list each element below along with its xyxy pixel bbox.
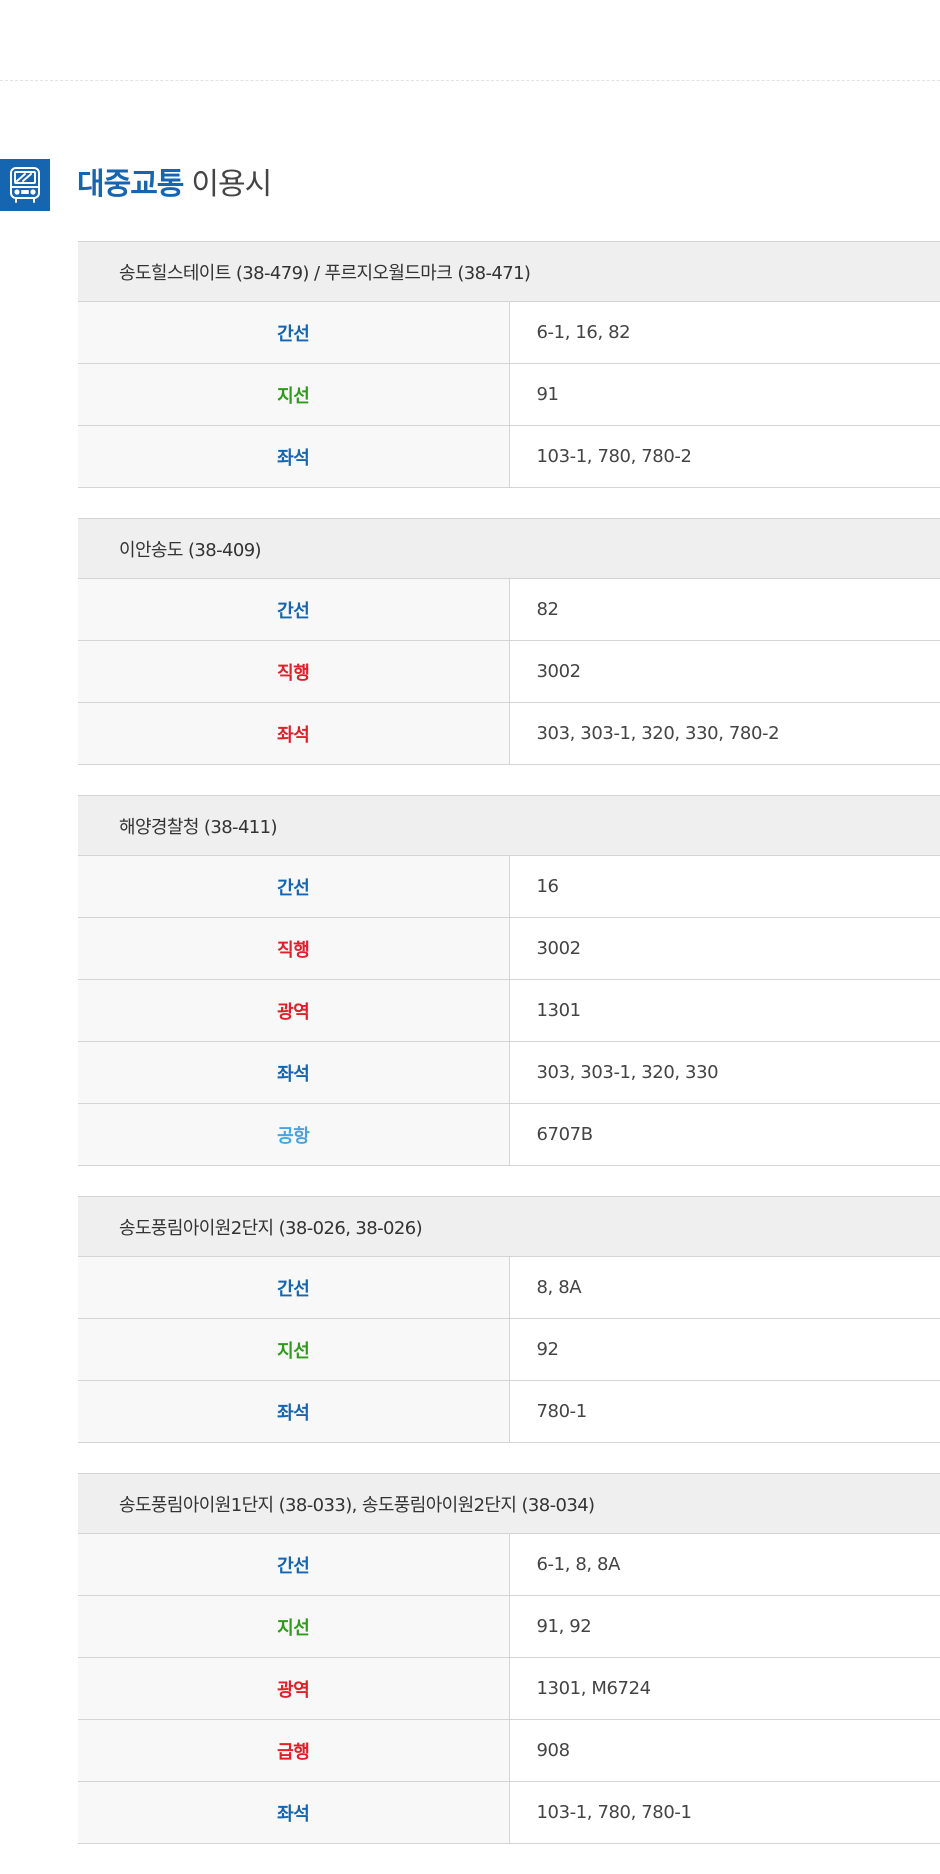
table-row: 간선 6-1, 8, 8A xyxy=(78,1533,940,1596)
bus-icon xyxy=(0,159,50,211)
bus-stop-table: 송도힐스테이트 (38-479) / 푸르지오월드마크 (38-471) 간선 6-… xyxy=(78,241,940,488)
bus-stop-name: 해양경찰청 (38-411) xyxy=(78,795,940,856)
bus-route-numbers: 6-1, 16, 82 xyxy=(509,301,940,364)
section-header: 대중교통 이용시 xyxy=(0,159,272,211)
bus-route-numbers: 91, 92 xyxy=(509,1595,940,1658)
bus-type-label: 좌석 xyxy=(78,1781,510,1844)
bus-type-label: 좌석 xyxy=(78,1041,510,1104)
table-row: 좌석 780-1 xyxy=(78,1380,940,1443)
table-row: 지선 91 xyxy=(78,363,940,426)
bus-stop-header-row: 송도풍림아이원2단지 (38-026, 38-026) xyxy=(78,1196,940,1257)
bus-type-label: 간선 xyxy=(78,578,510,641)
bus-type-label: 직행 xyxy=(78,917,510,980)
bus-route-numbers: 6-1, 8, 8A xyxy=(509,1533,940,1596)
bus-route-numbers: 103-1, 780, 780-1 xyxy=(509,1781,940,1844)
bus-stop-header-row: 송도풍림아이원1단지 (38-033), 송도풍림아이원2단지 (38-034) xyxy=(78,1473,940,1534)
table-row: 간선 6-1, 16, 82 xyxy=(78,301,940,364)
bus-route-numbers: 92 xyxy=(509,1318,940,1381)
bus-stop-table: 해양경찰청 (38-411) 간선 16 직행 3002 광역 1301 좌석 303, 303… xyxy=(78,795,940,1166)
bus-route-numbers: 16 xyxy=(509,855,940,918)
table-row: 광역 1301 xyxy=(78,979,940,1042)
section-title-rest: 이용시 xyxy=(191,167,272,202)
bus-type-label: 지선 xyxy=(78,1318,510,1381)
bus-stop-header-row: 이안송도 (38-409) xyxy=(78,518,940,579)
bus-route-numbers: 82 xyxy=(509,578,940,641)
bus-stop-table: 송도풍림아이원2단지 (38-026, 38-026) 간선 8, 8A 지선 92 좌석… xyxy=(78,1196,940,1443)
table-row: 간선 82 xyxy=(78,578,940,641)
bus-type-label: 좌석 xyxy=(78,702,510,765)
table-row: 좌석 303, 303-1, 320, 330, 780-2 xyxy=(78,702,940,765)
top-divider xyxy=(0,80,940,81)
bus-type-label: 광역 xyxy=(78,1657,510,1720)
bus-route-numbers: 6707B xyxy=(509,1103,940,1166)
bus-route-numbers: 8, 8A xyxy=(509,1256,940,1319)
table-row: 좌석 103-1, 780, 780-2 xyxy=(78,425,940,488)
bus-stop-header-row: 해양경찰청 (38-411) xyxy=(78,795,940,856)
table-row: 직행 3002 xyxy=(78,917,940,980)
table-row: 급행 908 xyxy=(78,1719,940,1782)
bus-type-label: 직행 xyxy=(78,640,510,703)
bus-type-label: 공항 xyxy=(78,1103,510,1166)
bus-stop-name: 송도힐스테이트 (38-479) / 푸르지오월드마크 (38-471) xyxy=(78,241,940,302)
table-row: 간선 16 xyxy=(78,855,940,918)
bus-type-label: 급행 xyxy=(78,1719,510,1782)
bus-stop-name: 송도풍림아이원1단지 (38-033), 송도풍림아이원2단지 (38-034) xyxy=(78,1473,940,1534)
bus-stop-list: 송도힐스테이트 (38-479) / 푸르지오월드마크 (38-471) 간선 6-… xyxy=(78,241,940,1874)
table-row: 광역 1301, M6724 xyxy=(78,1657,940,1720)
section-title-accent: 대중교통 xyxy=(77,167,184,202)
bus-stop-table: 송도풍림아이원1단지 (38-033), 송도풍림아이원2단지 (38-034)… xyxy=(78,1473,940,1844)
bus-type-label: 광역 xyxy=(78,979,510,1042)
bus-type-label: 좌석 xyxy=(78,1380,510,1443)
bus-route-numbers: 103-1, 780, 780-2 xyxy=(509,425,940,488)
bus-stop-table: 이안송도 (38-409) 간선 82 직행 3002 좌석 303, 303-1, 320… xyxy=(78,518,940,765)
bus-type-label: 간선 xyxy=(78,1256,510,1319)
bus-type-label: 좌석 xyxy=(78,425,510,488)
bus-stop-name: 이안송도 (38-409) xyxy=(78,518,940,579)
table-row: 좌석 103-1, 780, 780-1 xyxy=(78,1781,940,1844)
table-row: 좌석 303, 303-1, 320, 330 xyxy=(78,1041,940,1104)
section-title: 대중교통 이용시 xyxy=(77,159,272,211)
bus-stop-header-row: 송도힐스테이트 (38-479) / 푸르지오월드마크 (38-471) xyxy=(78,241,940,302)
bus-type-label: 지선 xyxy=(78,1595,510,1658)
table-row: 지선 91, 92 xyxy=(78,1595,940,1658)
table-row: 지선 92 xyxy=(78,1318,940,1381)
table-row: 공항 6707B xyxy=(78,1103,940,1166)
bus-type-label: 간선 xyxy=(78,1533,510,1596)
bus-route-numbers: 303, 303-1, 320, 330, 780-2 xyxy=(509,702,940,765)
bus-type-label: 간선 xyxy=(78,855,510,918)
table-row: 직행 3002 xyxy=(78,640,940,703)
bus-route-numbers: 3002 xyxy=(509,640,940,703)
bus-route-numbers: 91 xyxy=(509,363,940,426)
bus-route-numbers: 908 xyxy=(509,1719,940,1782)
table-row: 간선 8, 8A xyxy=(78,1256,940,1319)
bus-route-numbers: 303, 303-1, 320, 330 xyxy=(509,1041,940,1104)
bus-route-numbers: 1301 xyxy=(509,979,940,1042)
bus-stop-name: 송도풍림아이원2단지 (38-026, 38-026) xyxy=(78,1196,940,1257)
bus-route-numbers: 1301, M6724 xyxy=(509,1657,940,1720)
bus-route-numbers: 780-1 xyxy=(509,1380,940,1443)
bus-type-label: 지선 xyxy=(78,363,510,426)
bus-route-numbers: 3002 xyxy=(509,917,940,980)
bus-type-label: 간선 xyxy=(78,301,510,364)
